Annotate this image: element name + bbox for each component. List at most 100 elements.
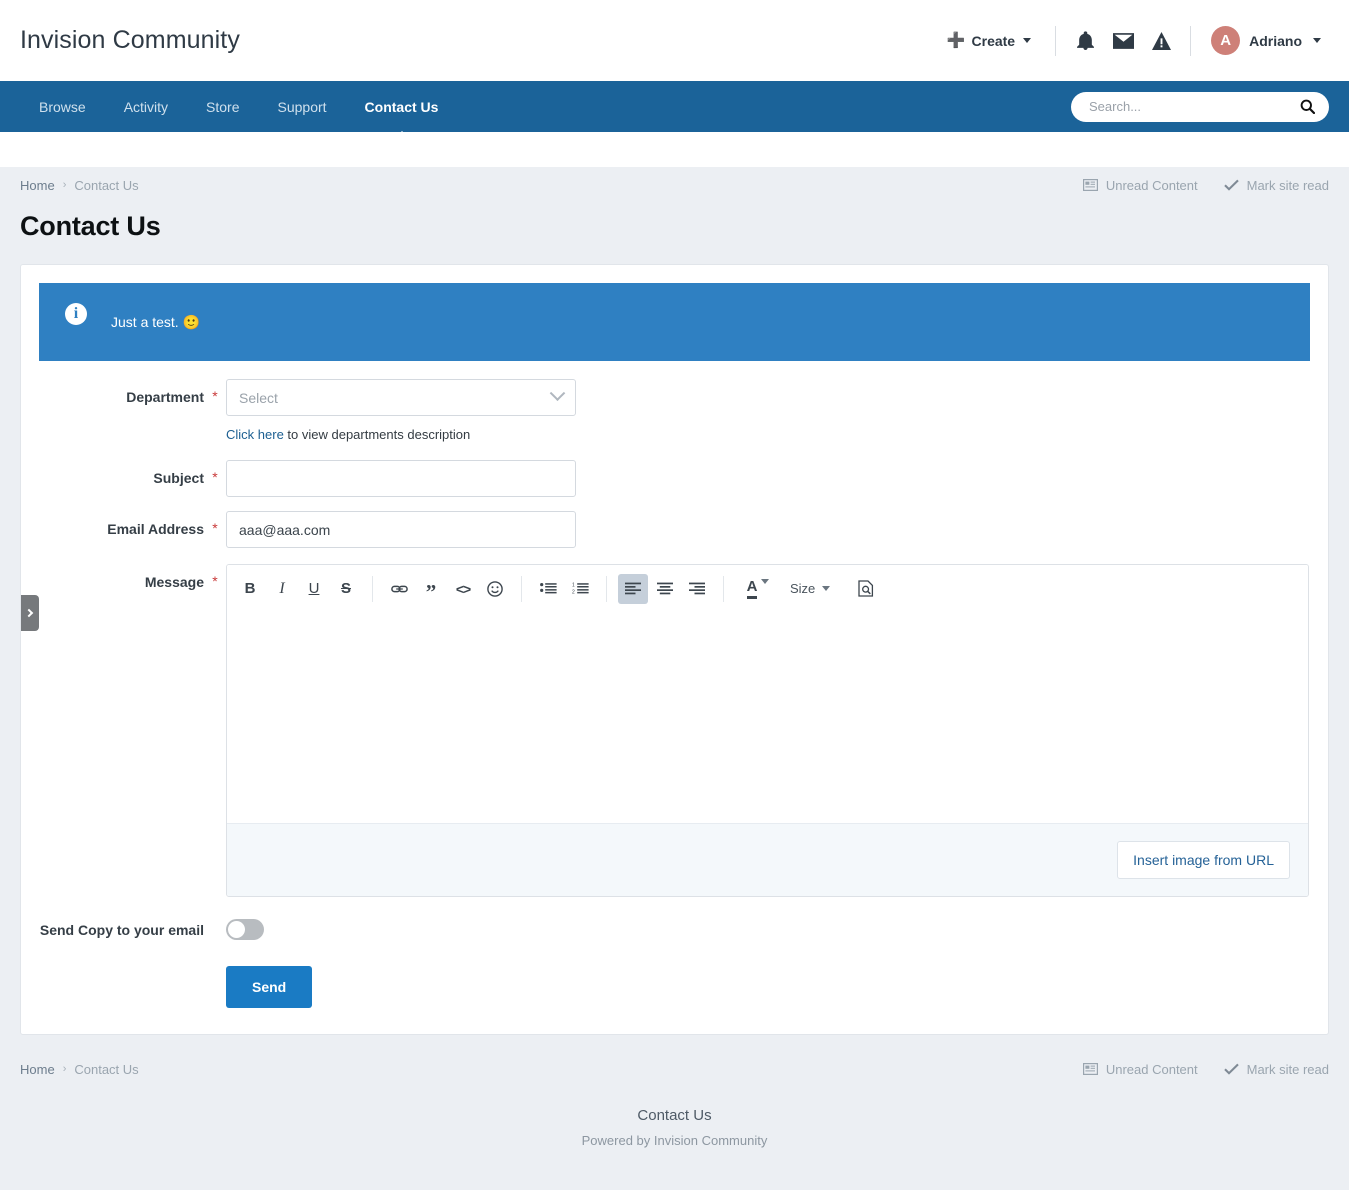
send-copy-label: Send Copy to your email [39,921,204,938]
email-label: Email Address [107,521,204,537]
breadcrumb-separator: › [62,179,67,191]
contact-form: Department * Select Click here to view d… [39,361,1310,1016]
preview-source-button[interactable] [851,574,881,604]
toolbar-divider-2 [521,575,522,602]
text-color-button[interactable]: A [735,574,769,604]
align-right-button[interactable] [682,574,712,604]
search-button[interactable] [1297,97,1317,117]
italic-button[interactable]: I [267,574,297,604]
department-select[interactable]: Select [226,379,576,416]
svg-text:2: 2 [572,589,575,595]
link-icon [390,585,408,592]
footer-mark-site-read-link[interactable]: Mark site read [1223,1062,1329,1077]
header-divider [1055,25,1057,56]
bold-button[interactable]: B [235,574,265,604]
footer-unread-content-label: Unread Content [1105,1061,1198,1077]
departments-description-link[interactable]: Click here [226,427,284,442]
search-box[interactable] [1071,91,1329,122]
info-banner: i Just a test. 🙂 [39,283,1310,361]
unread-content-label: Unread Content [1105,177,1198,193]
footer-breadcrumb-current: Contact Us [74,1061,139,1077]
info-banner-text: Just a test. 🙂 [111,313,201,330]
envelope-icon [1112,32,1134,49]
department-select-value: Select [239,389,278,406]
sidebar-toggle[interactable] [21,595,39,631]
footer-title[interactable]: Contact Us [0,1107,1349,1124]
contact-form-card: i Just a test. 🙂 Department * Select Cli… [20,264,1329,1035]
strikethrough-icon: S [340,580,351,597]
quote-button[interactable]: ” [416,574,446,604]
underline-icon: U [308,580,320,597]
search-icon [1300,99,1315,114]
send-copy-toggle[interactable] [226,919,264,940]
footer-tools: Unread Content Mark site read [1082,1061,1329,1077]
breadcrumb-home[interactable]: Home [20,178,55,193]
nav-item-contact-us[interactable]: Contact Us [346,81,458,132]
nav-item-browse[interactable]: Browse [20,81,105,132]
message-editor: B I U S ” <> 1 2 A Size Insert image fro… [226,564,1309,897]
alerts-button[interactable] [1142,22,1180,60]
send-copy-row: Send Copy to your email [39,919,1310,940]
department-required-marker: * [212,388,218,404]
toggle-knob [228,921,245,938]
send-button[interactable]: Send [226,966,313,1008]
editor-toolbar: B I U S ” <> 1 2 A Size [227,565,1308,612]
field-message: Message * B I U S ” <> 1 2 A Size Insert… [39,564,1310,897]
check-icon [1223,179,1239,191]
chevron-down-icon [1023,38,1032,43]
align-left-button[interactable] [618,573,648,604]
footer-unread-content-link[interactable]: Unread Content [1082,1061,1198,1077]
nav-item-activity[interactable]: Activity [105,81,187,132]
send-row: Send [39,966,1310,1016]
font-size-dropdown[interactable]: Size [782,574,838,604]
text-color-icon: A [746,578,758,599]
align-center-button[interactable] [650,574,680,604]
department-label: Department [126,389,204,405]
unread-content-link[interactable]: Unread Content [1082,177,1198,193]
department-helper-text: Click here to view departments descripti… [226,427,1310,442]
numbered-list-button[interactable]: 1 2 [565,574,595,604]
nav-label: Contact Us [364,98,439,115]
subject-input[interactable] [226,460,576,497]
mark-site-read-link[interactable]: Mark site read [1223,178,1329,193]
code-button[interactable]: <> [448,574,478,604]
email-required-marker: * [212,520,218,536]
avatar: A [1211,26,1241,55]
field-department: Department * Select Click here to view d… [39,379,1310,442]
header-divider-2 [1190,25,1192,56]
message-label: Message [144,574,204,590]
footer-breadcrumb-home[interactable]: Home [20,1062,55,1077]
strikethrough-button[interactable]: S [331,574,361,604]
nav-item-support[interactable]: Support [259,81,346,132]
preview-source-icon [858,580,874,597]
header-actions: ➕ Create A Adriano [933,0,1329,81]
underline-button[interactable]: U [299,574,329,604]
chevron-down-icon [549,385,566,402]
nav-item-store[interactable]: Store [187,81,258,132]
emoji-button[interactable] [480,574,510,604]
footer-breadcrumb: Home › Contact Us Unread Content Mark si… [0,1049,1349,1089]
breadcrumb-current: Contact Us [74,177,139,193]
toolbar-divider-4 [723,575,724,602]
notifications-button[interactable] [1066,22,1104,60]
warning-triangle-icon [1151,31,1171,50]
page-title: Contact Us [20,211,161,241]
italic-icon: I [279,579,285,597]
bullet-list-button[interactable] [533,574,563,604]
check-icon [1223,1063,1239,1075]
email-input[interactable] [226,511,576,548]
nav-label: Support [277,98,327,115]
insert-image-from-url-button[interactable]: Insert image from URL [1117,841,1290,879]
link-button[interactable] [384,574,414,604]
message-textarea[interactable] [227,612,1308,823]
create-button[interactable]: ➕ Create [933,33,1045,49]
newspaper-icon [1082,179,1098,191]
chevron-down-icon [1313,38,1321,43]
search-input[interactable] [1087,98,1297,115]
bell-icon [1076,31,1094,50]
user-menu[interactable]: A Adriano [1201,26,1329,55]
code-icon: <> [455,580,471,597]
messages-button[interactable] [1104,22,1142,60]
toolbar-divider [372,575,373,602]
user-name: Adriano [1249,32,1302,49]
